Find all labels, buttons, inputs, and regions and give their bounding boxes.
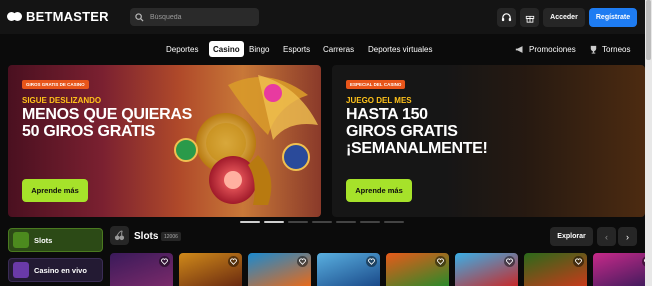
favorite-heart-icon[interactable] — [159, 256, 170, 267]
headline-line: ¡SEMANALMENTE! — [346, 140, 488, 157]
scrollbar-thumb[interactable] — [646, 0, 651, 60]
favorite-heart-icon[interactable] — [573, 256, 584, 267]
casino-page: BETMASTER Acceder Regístrate Deportes Ca… — [0, 0, 652, 286]
chevron-left-icon: ‹ — [605, 231, 608, 242]
banner-tag: GIROS GRATIS DE CASINO — [22, 80, 89, 89]
nav-item-deportes[interactable]: Deportes — [166, 41, 198, 57]
game-thumbnail[interactable] — [110, 253, 173, 286]
torneos-label: Torneos — [602, 44, 631, 54]
headline-line: HASTA 150 — [346, 106, 428, 123]
logo-text: BETMASTER — [26, 9, 109, 24]
slots-category-icon — [13, 232, 29, 248]
learn-more-button[interactable]: Aprende más — [22, 179, 88, 202]
carousel-dot[interactable] — [312, 221, 332, 223]
torneos-link[interactable]: Torneos — [589, 41, 630, 57]
category-slots[interactable]: Slots — [8, 228, 103, 252]
promo-banner-juego-del-mes[interactable]: ESPECIAL DEL CASINO JUEGO DEL MES HASTA … — [332, 65, 645, 217]
category-casino-en-vivo[interactable]: Casino en vivo — [8, 258, 103, 282]
search-box[interactable] — [130, 8, 259, 26]
game-thumbnail[interactable] — [524, 253, 587, 286]
banner-kicker: JUEGO DEL MES — [346, 96, 412, 105]
game-thumbnail[interactable] — [386, 253, 449, 286]
carousel-dot[interactable] — [384, 221, 404, 223]
golden-phoenix-artwork — [174, 75, 318, 205]
favorite-heart-icon[interactable] — [228, 256, 239, 267]
category-label: Slots — [34, 235, 53, 245]
promociones-label: Promociones — [529, 44, 576, 54]
slots-count-badge: 12006 — [161, 232, 181, 241]
promociones-link[interactable]: Promociones — [515, 41, 576, 57]
carousel-next-button[interactable]: › — [618, 227, 637, 246]
explorar-button[interactable]: Explorar — [550, 227, 593, 246]
game-thumbnail[interactable] — [317, 253, 380, 286]
nav-item-deportes-virtuales[interactable]: Deportes virtuales — [368, 41, 432, 57]
betmaster-logo[interactable]: BETMASTER — [7, 9, 109, 24]
favorite-heart-icon[interactable] — [504, 256, 515, 267]
carousel-dot[interactable] — [288, 221, 308, 223]
banner-headline: MENOS QUE QUIERAS 50 GIROS GRATIS — [22, 106, 202, 140]
nav-item-carreras[interactable]: Carreras — [323, 41, 354, 57]
main-nav: Deportes Casino Bingo Esports Carreras D… — [0, 40, 645, 58]
carousel-dot[interactable] — [360, 221, 380, 223]
nav-item-bingo[interactable]: Bingo — [249, 41, 269, 57]
logo-icon — [7, 10, 23, 23]
register-button[interactable]: Regístrate — [589, 8, 637, 27]
learn-more-button[interactable]: Aprende más — [346, 179, 412, 202]
gift-icon — [525, 15, 534, 23]
favorite-heart-icon[interactable] — [366, 256, 377, 267]
headline-line: GIROS GRATIS — [346, 123, 458, 140]
top-header: BETMASTER Acceder Regístrate — [0, 0, 645, 34]
headline-line: 50 GIROS GRATIS — [22, 123, 156, 140]
carousel-dot[interactable] — [240, 221, 260, 223]
carousel-dot[interactable] — [264, 221, 284, 223]
favorite-heart-icon[interactable] — [435, 256, 446, 267]
live-casino-category-icon — [13, 262, 29, 278]
game-thumbnail[interactable] — [593, 253, 652, 286]
trophy-icon — [590, 45, 597, 54]
support-button[interactable] — [497, 8, 516, 27]
search-icon — [135, 12, 144, 22]
banner-tag: ESPECIAL DEL CASINO — [346, 80, 406, 89]
nav-item-casino[interactable]: Casino — [209, 41, 244, 57]
nav-item-esports[interactable]: Esports — [283, 41, 310, 57]
banner-kicker: SIGUE DESLIZANDO — [22, 96, 102, 105]
games-row — [110, 253, 652, 286]
gift-button[interactable] — [520, 8, 539, 27]
category-label: Casino en vivo — [34, 265, 87, 275]
banner-headline: HASTA 150 GIROS GRATIS ¡SEMANALMENTE! — [346, 106, 526, 157]
cherries-icon — [114, 230, 125, 241]
carousel-prev-button[interactable]: ‹ — [597, 227, 616, 246]
game-thumbnail[interactable] — [455, 253, 518, 286]
slots-section-icon — [110, 226, 129, 245]
slots-section-title: Slots — [134, 231, 159, 242]
game-thumbnail[interactable] — [248, 253, 311, 286]
promo-banner-giros[interactable]: GIROS GRATIS DE CASINO SIGUE DESLIZANDO … — [8, 65, 321, 217]
carousel-dots — [240, 221, 404, 223]
acceder-button[interactable]: Acceder — [543, 8, 585, 27]
carousel-dot[interactable] — [336, 221, 356, 223]
megaphone-icon — [515, 45, 523, 53]
headline-line: MENOS QUE QUIERAS — [22, 106, 193, 123]
headset-icon — [501, 13, 512, 22]
game-thumbnail[interactable] — [179, 253, 242, 286]
chevron-right-icon: › — [626, 231, 629, 242]
favorite-heart-icon[interactable] — [297, 256, 308, 267]
search-input[interactable] — [150, 13, 250, 21]
